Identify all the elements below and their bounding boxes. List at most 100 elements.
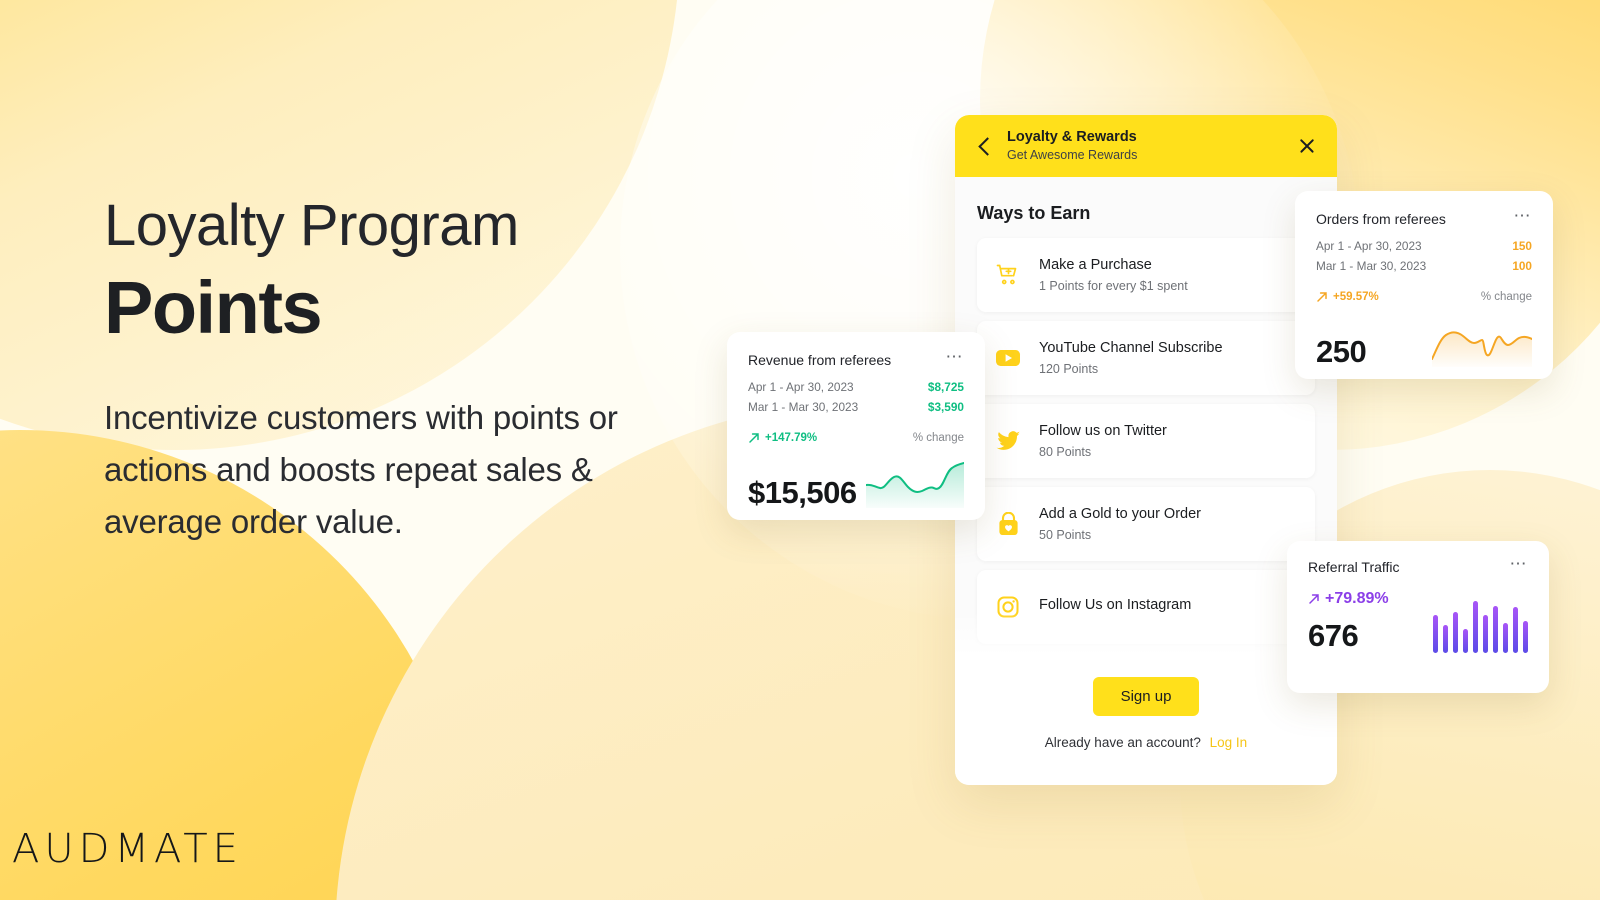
list-item-points: 80 Points bbox=[1039, 445, 1092, 460]
section-title: Ways to Earn bbox=[977, 203, 1091, 223]
hero-copy: Loyalty Program Points Incentivize custo… bbox=[104, 195, 724, 548]
card-title: Revenue from referees bbox=[748, 352, 892, 368]
orders-sparkline bbox=[1432, 331, 1532, 367]
list-item[interactable]: Follow us on Twitter 80 Points bbox=[977, 404, 1315, 478]
period-value: 100 bbox=[1512, 258, 1532, 273]
revenue-from-referees-card: Revenue from referees ⋯ Apr 1 - Apr 30, … bbox=[727, 332, 985, 520]
list-item[interactable]: YouTube Channel Subscribe 120 Points bbox=[977, 321, 1315, 395]
list-item[interactable]: Add a Gold to your Order 50 Points bbox=[977, 487, 1315, 561]
sign-up-button[interactable]: Sign up bbox=[1092, 677, 1200, 716]
traffic-stats: +79.89% 676 bbox=[1308, 590, 1389, 653]
change-percent: +147.79% bbox=[748, 432, 817, 444]
card-header: Revenue from referees ⋯ bbox=[748, 348, 965, 369]
bar-3 bbox=[1453, 611, 1458, 653]
bar-4 bbox=[1463, 628, 1468, 653]
card-total-row: 250 bbox=[1316, 315, 1532, 367]
revenue-sparkline bbox=[866, 461, 964, 508]
bar-10 bbox=[1523, 620, 1528, 653]
period-label: Mar 1 - Mar 30, 2023 bbox=[1316, 258, 1427, 273]
period-label: Apr 1 - Apr 30, 2023 bbox=[748, 379, 854, 394]
shopping-bag-icon bbox=[993, 511, 1023, 537]
trend-up-icon bbox=[749, 433, 759, 443]
change-row: +147.79% % change bbox=[748, 432, 964, 444]
card-total-value: 250 bbox=[1316, 333, 1367, 369]
card-total-value: $15,506 bbox=[748, 474, 857, 510]
change-note: % change bbox=[1480, 290, 1532, 303]
change-note: % change bbox=[912, 431, 964, 444]
login-prompt: Already have an account? Log In bbox=[1045, 735, 1247, 750]
list-item-title: YouTube Channel Subscribe bbox=[1039, 339, 1223, 356]
brand-logo: AUDMATE bbox=[12, 826, 243, 872]
period-value: 150 bbox=[1512, 238, 1532, 253]
list-item-text: Make a Purchase 1 Points for every $1 sp… bbox=[1039, 256, 1188, 295]
more-options-icon[interactable]: ⋯ bbox=[1514, 207, 1533, 224]
youtube-icon bbox=[993, 348, 1023, 368]
table-row: Mar 1 - Mar 30, 2023 100 bbox=[1316, 259, 1532, 273]
change-percent: +79.89% bbox=[1308, 590, 1389, 608]
chevron-left-icon[interactable] bbox=[973, 135, 995, 157]
list-item-title: Add a Gold to your Order bbox=[1039, 505, 1201, 522]
panel-subtitle: Get Awesome Rewards bbox=[1007, 148, 1138, 163]
hero-subcopy: Incentivize customers with points or act… bbox=[104, 398, 618, 541]
card-title: Referral Traffic bbox=[1308, 559, 1400, 575]
bar-9 bbox=[1513, 606, 1518, 653]
shopping-cart-icon bbox=[993, 263, 1023, 287]
referral-traffic-bar-chart bbox=[1433, 591, 1528, 653]
period-value: $3,590 bbox=[927, 399, 964, 414]
panel-title: Loyalty & Rewards bbox=[1007, 129, 1137, 145]
bar-7 bbox=[1493, 605, 1498, 653]
period-label: Apr 1 - Apr 30, 2023 bbox=[1316, 238, 1422, 253]
table-row: Apr 1 - Apr 30, 2023 $8,725 bbox=[748, 380, 964, 394]
list-item[interactable]: Follow Us on Instagram bbox=[977, 570, 1315, 644]
change-percent: +59.57% bbox=[1316, 291, 1379, 303]
list-item[interactable]: Make a Purchase 1 Points for every $1 sp… bbox=[977, 238, 1315, 312]
period-value: $8,725 bbox=[927, 379, 964, 394]
list-item-title: Make a Purchase bbox=[1039, 256, 1152, 273]
twitter-icon bbox=[993, 430, 1023, 452]
trend-up-icon bbox=[1317, 292, 1327, 302]
referral-traffic-card: Referral Traffic ⋯ +79.89% 676 bbox=[1287, 541, 1549, 693]
orders-from-referees-card: Orders from referees ⋯ Apr 1 - Apr 30, 2… bbox=[1295, 191, 1553, 379]
panel-header-titles: Loyalty & Rewards Get Awesome Rewards bbox=[1007, 128, 1297, 164]
loyalty-rewards-panel: Loyalty & Rewards Get Awesome Rewards Wa… bbox=[955, 115, 1337, 785]
period-label: Mar 1 - Mar 30, 2023 bbox=[748, 399, 859, 414]
list-item-title: Follow Us on Instagram bbox=[1039, 596, 1192, 613]
log-in-link[interactable]: Log In bbox=[1210, 735, 1248, 750]
card-header: Orders from referees ⋯ bbox=[1316, 207, 1533, 228]
list-item-points: 120 Points bbox=[1039, 362, 1099, 377]
ways-to-earn-list: Make a Purchase 1 Points for every $1 sp… bbox=[955, 238, 1337, 644]
card-header: Referral Traffic ⋯ bbox=[1308, 555, 1529, 576]
bar-2 bbox=[1443, 624, 1448, 653]
panel-header: Loyalty & Rewards Get Awesome Rewards bbox=[955, 115, 1337, 177]
brand-logo-text: AUDMATE bbox=[12, 826, 243, 872]
bar-1 bbox=[1433, 614, 1438, 653]
change-percent-text: +147.79% bbox=[765, 431, 818, 444]
list-item-text: Follow Us on Instagram bbox=[1039, 596, 1191, 619]
change-percent-text: +59.57% bbox=[1333, 290, 1379, 303]
login-prompt-text: Already have an account? bbox=[1044, 735, 1201, 750]
bar-8 bbox=[1503, 622, 1508, 653]
table-row: Apr 1 - Apr 30, 2023 150 bbox=[1316, 239, 1532, 253]
list-item-text: Add a Gold to your Order 50 Points bbox=[1039, 505, 1201, 544]
bar-5 bbox=[1473, 600, 1478, 653]
list-item-text: Follow us on Twitter 80 Points bbox=[1039, 422, 1167, 461]
more-options-icon[interactable]: ⋯ bbox=[1510, 555, 1529, 572]
list-item-points: 50 Points bbox=[1039, 528, 1092, 543]
page-title: Points bbox=[104, 265, 323, 349]
list-item-points: 1 Points for every $1 spent bbox=[1039, 279, 1188, 294]
bar-6 bbox=[1483, 614, 1488, 653]
close-icon[interactable] bbox=[1297, 136, 1317, 156]
panel-footer: Sign up Already have an account? Log In bbox=[955, 665, 1337, 785]
traffic-body: +79.89% 676 bbox=[1308, 590, 1528, 653]
change-percent-text: +79.89% bbox=[1325, 589, 1389, 607]
instagram-icon bbox=[993, 595, 1023, 619]
card-title: Orders from referees bbox=[1316, 211, 1446, 227]
card-total-row: $15,506 bbox=[748, 456, 964, 508]
more-options-icon[interactable]: ⋯ bbox=[946, 348, 965, 365]
list-item-title: Follow us on Twitter bbox=[1039, 422, 1167, 439]
change-row: +59.57% % change bbox=[1316, 291, 1532, 303]
list-item-text: YouTube Channel Subscribe 120 Points bbox=[1039, 339, 1223, 378]
trend-up-icon bbox=[1309, 594, 1319, 604]
table-row: Mar 1 - Mar 30, 2023 $3,590 bbox=[748, 400, 964, 414]
card-total-value: 676 bbox=[1308, 617, 1359, 653]
